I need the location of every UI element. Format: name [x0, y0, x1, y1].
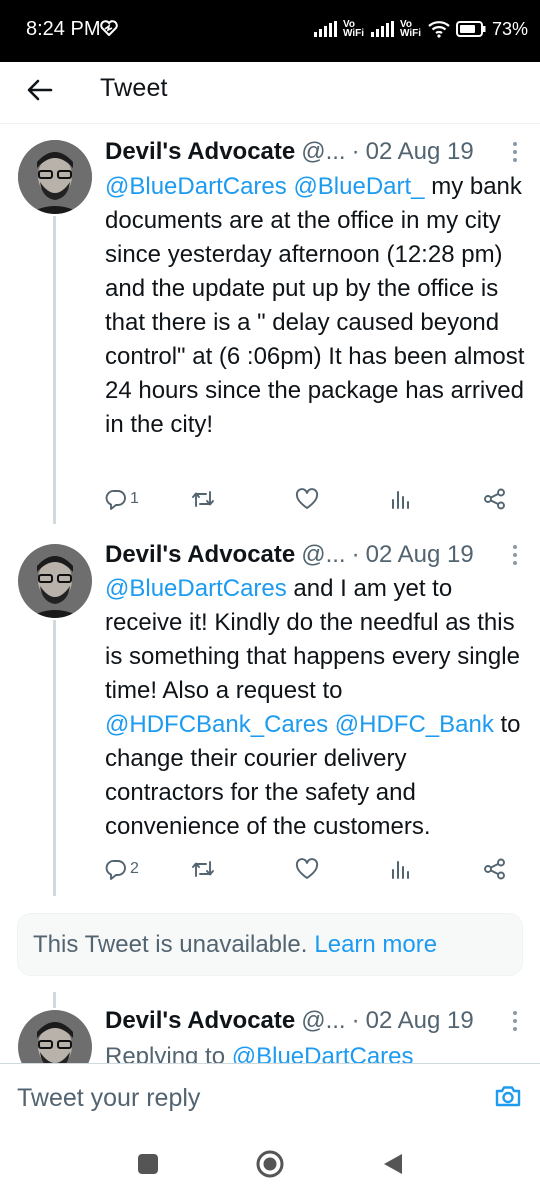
- status-time: 8:24 PM: [26, 18, 101, 40]
- reply-bar: Tweet your reply: [0, 1063, 540, 1127]
- tweet[interactable]: Devil's Advocate @... · 02 Aug 19 @BlueD…: [0, 530, 540, 896]
- separator: ·: [351, 541, 360, 568]
- like-button[interactable]: [295, 854, 319, 884]
- battery-level: 73%: [491, 18, 528, 39]
- tweet-actions: 1: [105, 484, 510, 514]
- share-button[interactable]: [483, 854, 507, 884]
- heart-notification-icon: [100, 20, 118, 36]
- unavailable-tweet-notice: This Tweet is unavailable. Learn more: [17, 913, 523, 976]
- mention-link[interactable]: @BlueDart_: [293, 173, 424, 200]
- reply-icon: [105, 490, 126, 510]
- heart-icon: [295, 488, 319, 509]
- thread-line: [53, 620, 56, 896]
- camera-button[interactable]: [494, 1084, 522, 1113]
- recents-button[interactable]: [133, 1149, 163, 1179]
- avatar[interactable]: [18, 1010, 92, 1063]
- thread-line: [53, 992, 56, 1008]
- avatar[interactable]: [18, 140, 92, 214]
- separator: ·: [351, 1007, 360, 1034]
- share-icon: [484, 858, 505, 880]
- wifi-icon: [428, 21, 450, 38]
- tweet-date[interactable]: 02 Aug 19: [366, 138, 474, 166]
- share-icon: [484, 488, 505, 510]
- reply-icon: [105, 860, 126, 880]
- tweet[interactable]: Devil's Advocate @... · 02 Aug 19 Replyi…: [0, 992, 540, 1063]
- tweet-header: Devil's Advocate @... · 02 Aug 19: [105, 137, 522, 167]
- analytics-icon: [392, 491, 409, 509]
- views-button[interactable]: [389, 854, 411, 884]
- circle-icon: [256, 1150, 284, 1178]
- signal-icon: [313, 21, 337, 37]
- replying-to-line: Replying to @BlueDartCares: [105, 1040, 526, 1063]
- tweet-text: @BlueDartCares and I am yet to receive i…: [105, 572, 526, 844]
- home-button[interactable]: [255, 1149, 285, 1179]
- tweet-header: Devil's Advocate @... · 02 Aug 19: [105, 1006, 522, 1036]
- back-button[interactable]: [24, 74, 56, 106]
- reply-button[interactable]: 2: [105, 854, 139, 884]
- retweet-button[interactable]: [191, 484, 215, 514]
- author-handle[interactable]: @...: [301, 541, 345, 569]
- separator: ·: [351, 138, 360, 165]
- author-handle[interactable]: @...: [301, 138, 345, 166]
- tweet-actions: 2: [105, 854, 510, 884]
- tweet-text: @BlueDartCares @BlueDart_ my bank docume…: [105, 170, 526, 442]
- reply-input[interactable]: Tweet your reply: [17, 1084, 200, 1113]
- author-name[interactable]: Devil's Advocate: [105, 138, 295, 166]
- analytics-icon: [392, 861, 409, 879]
- like-button[interactable]: [295, 484, 319, 514]
- author-name[interactable]: Devil's Advocate: [105, 541, 295, 569]
- avatar[interactable]: [18, 544, 92, 618]
- heart-icon: [295, 858, 319, 879]
- mention-link[interactable]: @BlueDartCares: [232, 1043, 414, 1063]
- back-nav-button[interactable]: [377, 1149, 407, 1179]
- views-button[interactable]: [389, 484, 411, 514]
- reply-count: 1: [130, 490, 139, 507]
- tweet-header: Devil's Advocate @... · 02 Aug 19: [105, 540, 522, 570]
- avatar-image: [18, 544, 92, 618]
- avatar-image: [18, 1010, 92, 1063]
- square-icon: [138, 1154, 158, 1174]
- author-handle[interactable]: @...: [301, 1007, 345, 1035]
- thread-line: [53, 216, 56, 524]
- vowifi-label: Vo WiFi: [342, 19, 364, 39]
- author-name[interactable]: Devil's Advocate: [105, 1007, 295, 1035]
- retweet-icon: [192, 491, 214, 507]
- app-header: Tweet: [0, 62, 540, 124]
- more-options-icon[interactable]: [512, 141, 518, 163]
- mention-link[interactable]: @HDFC_Bank: [335, 711, 494, 738]
- signal-icon: [370, 21, 394, 37]
- arrow-left-icon: [27, 79, 53, 101]
- share-button[interactable]: [483, 484, 507, 514]
- reply-count: 2: [130, 860, 139, 877]
- more-options-icon[interactable]: [512, 544, 518, 566]
- status-bar: 8:24 PM Vo WiFi Vo WiFi 73%: [0, 0, 540, 62]
- more-options-icon[interactable]: [512, 1010, 518, 1032]
- tweet[interactable]: Devil's Advocate @... · 02 Aug 19 @BlueD…: [0, 124, 540, 524]
- learn-more-link[interactable]: Learn more: [314, 931, 437, 959]
- mention-link[interactable]: @BlueDartCares: [105, 173, 287, 200]
- tweet-date[interactable]: 02 Aug 19: [366, 1007, 474, 1035]
- triangle-back-icon: [384, 1154, 402, 1174]
- unavailable-message: This Tweet is unavailable.: [33, 930, 308, 958]
- battery-icon: [455, 21, 486, 37]
- camera-icon: [495, 1086, 521, 1107]
- retweet-button[interactable]: [191, 854, 215, 884]
- system-nav-bar: [0, 1127, 540, 1200]
- reply-button[interactable]: 1: [105, 484, 139, 514]
- replying-prefix: Replying to: [105, 1043, 232, 1063]
- retweet-icon: [192, 861, 214, 877]
- avatar-image: [18, 140, 92, 214]
- mention-link[interactable]: @BlueDartCares: [105, 575, 287, 602]
- mention-link[interactable]: @HDFCBank_Cares: [105, 711, 328, 738]
- vowifi-label: Vo WiFi: [399, 19, 421, 39]
- tweet-text-part: my bank documents are at the office in m…: [105, 173, 525, 438]
- status-icons: Vo WiFi Vo WiFi 73%: [313, 14, 528, 44]
- page-title: Tweet: [100, 74, 168, 102]
- tweet-date[interactable]: 02 Aug 19: [366, 541, 474, 569]
- tweet-text-part: [328, 711, 335, 738]
